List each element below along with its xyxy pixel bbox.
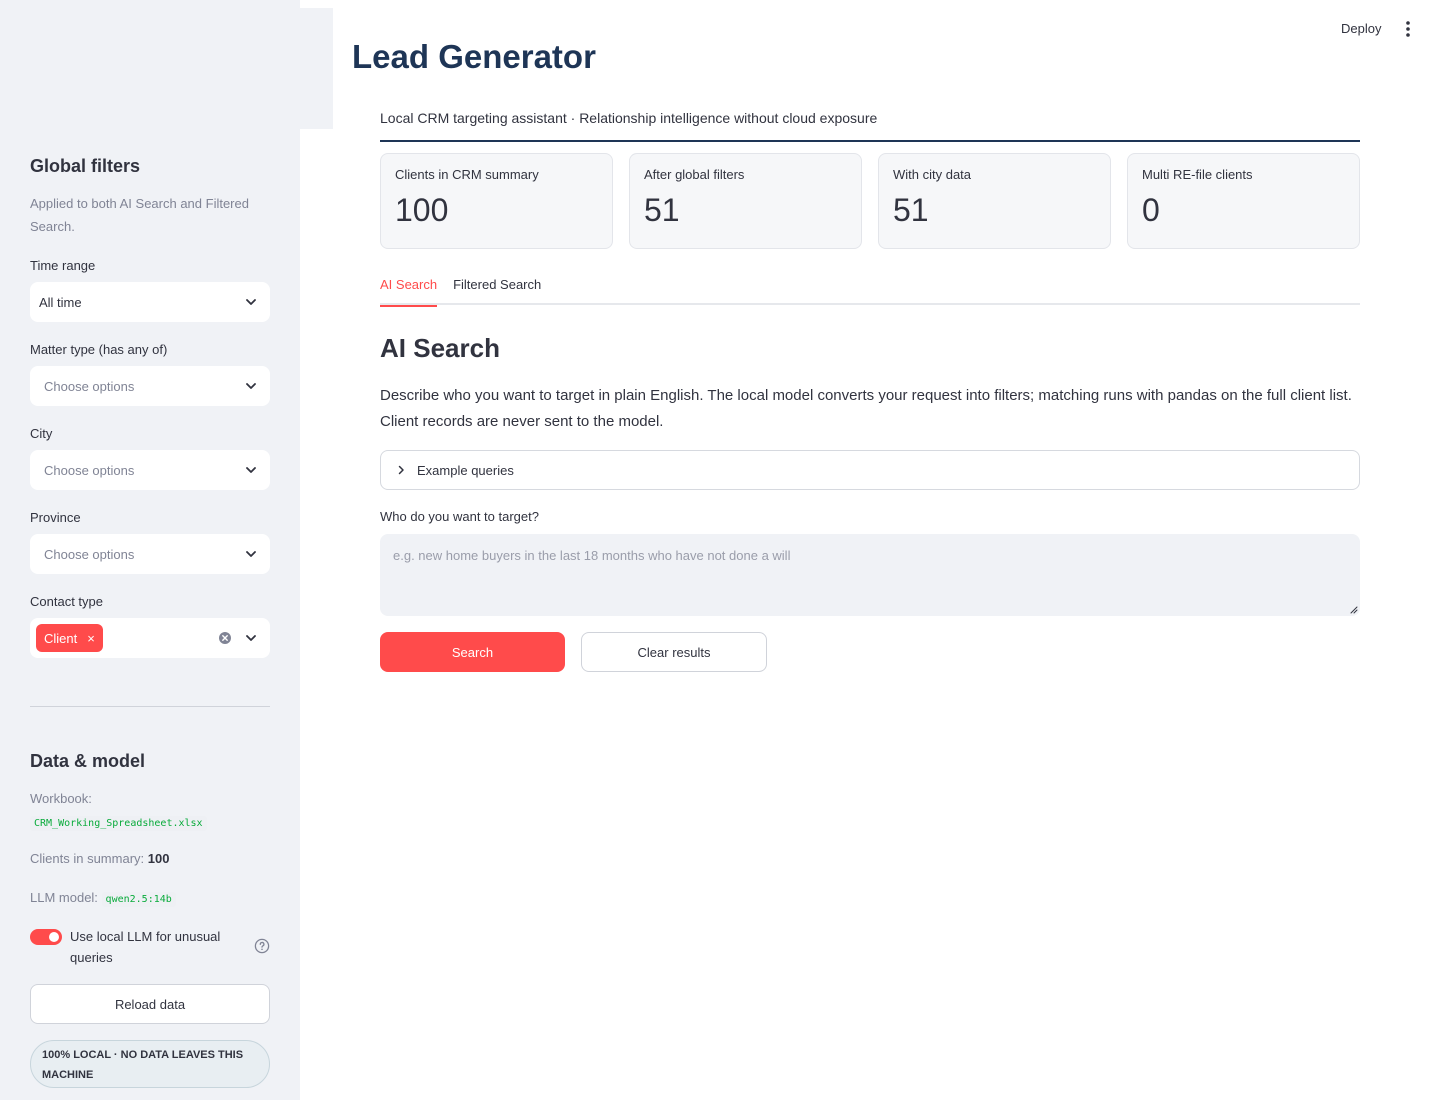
chevron-down-icon bbox=[244, 463, 258, 477]
metric-card: Multi RE-file clients 0 bbox=[1127, 153, 1360, 249]
local-llm-toggle-row: Use local LLM for unusual queries bbox=[30, 926, 270, 968]
time-range-label: Time range bbox=[30, 258, 96, 273]
target-query-label: Who do you want to target? bbox=[380, 509, 539, 524]
clients-summary-label: Clients in summary: bbox=[30, 851, 145, 866]
local-llm-toggle-label: Use local LLM for unusual queries bbox=[70, 929, 221, 965]
reload-data-button[interactable]: Reload data bbox=[30, 984, 270, 1024]
chevron-down-icon bbox=[244, 379, 258, 393]
target-query-input[interactable] bbox=[380, 534, 1360, 616]
metric-card: Clients in CRM summary 100 bbox=[380, 153, 613, 249]
contact-type-tag-client: Client × bbox=[36, 624, 103, 652]
clients-summary-value: 100 bbox=[147, 851, 170, 866]
metric-label: After global filters bbox=[644, 167, 745, 182]
page-subtitle: Local CRM targeting assistant · Relation… bbox=[380, 110, 878, 126]
metric-label: Clients in CRM summary bbox=[395, 167, 539, 182]
tag-label: Client bbox=[44, 630, 78, 646]
province-select[interactable]: Choose options bbox=[30, 534, 270, 574]
page-title: Lead Generator bbox=[352, 38, 596, 75]
metric-card: With city data 51 bbox=[878, 153, 1111, 249]
province-label: Province bbox=[30, 510, 81, 525]
province-placeholder: Choose options bbox=[44, 546, 135, 562]
metric-label: Multi RE-file clients bbox=[1142, 167, 1253, 182]
sidebar-divider bbox=[30, 706, 270, 707]
metric-label: With city data bbox=[893, 167, 972, 182]
clients-summary: Clients in summary: 100 bbox=[30, 851, 169, 866]
city-select[interactable]: Choose options bbox=[30, 450, 270, 490]
matter-type-placeholder: Choose options bbox=[44, 378, 135, 394]
llm-model-label: LLM model: bbox=[30, 890, 98, 905]
time-range-select[interactable]: All time bbox=[30, 282, 270, 322]
ai-search-description: Describe who you want to target in plain… bbox=[380, 387, 1352, 430]
city-placeholder: Choose options bbox=[44, 462, 135, 478]
time-range-value: All time bbox=[39, 294, 82, 310]
deploy-button[interactable]: Deploy bbox=[1341, 21, 1381, 36]
local-privacy-badge: 100% LOCAL · NO DATA LEAVES THIS MACHINE bbox=[30, 1040, 270, 1088]
city-label: City bbox=[30, 426, 53, 441]
search-button[interactable]: Search bbox=[380, 632, 565, 672]
metric-value: 0 bbox=[1142, 192, 1160, 228]
metric-card: After global filters 51 bbox=[629, 153, 862, 249]
contact-type-multiselect[interactable]: Client × bbox=[30, 618, 270, 658]
metric-value: 51 bbox=[893, 192, 929, 228]
sidebar-collapse-area bbox=[300, 8, 333, 129]
matter-type-select[interactable]: Choose options bbox=[30, 366, 270, 406]
global-filters-caption: Applied to both AI Search and Filtered S… bbox=[30, 196, 249, 234]
metric-value: 51 bbox=[644, 192, 680, 228]
contact-type-label: Contact type bbox=[30, 594, 103, 609]
llm-model: LLM model: qwen2.5:14b bbox=[30, 890, 176, 907]
workbook-label: Workbook: bbox=[30, 791, 92, 806]
example-queries-label: Example queries bbox=[417, 462, 514, 478]
global-filters-title: Global filters bbox=[30, 156, 141, 176]
kebab-vertical-icon[interactable] bbox=[1400, 20, 1416, 38]
subtitle-rule bbox=[380, 140, 1360, 142]
tag-remove-icon[interactable]: × bbox=[87, 632, 95, 645]
tab-filtered-search[interactable]: Filtered Search bbox=[453, 274, 541, 305]
workbook-file: CRM_Working_Spreadsheet.xlsx bbox=[30, 814, 207, 831]
matter-type-label: Matter type (has any of) bbox=[30, 342, 168, 357]
llm-model-code: qwen2.5:14b bbox=[101, 892, 176, 907]
chevron-down-icon bbox=[244, 295, 258, 309]
chevron-down-icon bbox=[244, 547, 258, 561]
help-icon[interactable] bbox=[254, 938, 270, 954]
chevron-right-icon bbox=[395, 464, 407, 476]
example-queries-expander[interactable]: Example queries bbox=[380, 450, 1360, 490]
chevron-down-icon bbox=[244, 631, 258, 645]
clear-all-icon[interactable] bbox=[218, 631, 232, 645]
contact-type-tags: Client × bbox=[36, 624, 218, 652]
resize-grip-icon[interactable] bbox=[1348, 604, 1358, 614]
local-llm-toggle[interactable] bbox=[30, 929, 62, 945]
ai-search-title: AI Search bbox=[380, 333, 500, 363]
sidebar: Global filters Applied to both AI Search… bbox=[0, 0, 300, 1100]
search-tabs: AI Search Filtered Search bbox=[380, 274, 1360, 307]
workbook-file-code: CRM_Working_Spreadsheet.xlsx bbox=[30, 816, 207, 831]
data-model-title: Data & model bbox=[30, 751, 146, 771]
metric-value: 100 bbox=[395, 192, 449, 228]
clear-results-button[interactable]: Clear results bbox=[581, 632, 767, 672]
tab-ai-search[interactable]: AI Search bbox=[380, 274, 438, 307]
